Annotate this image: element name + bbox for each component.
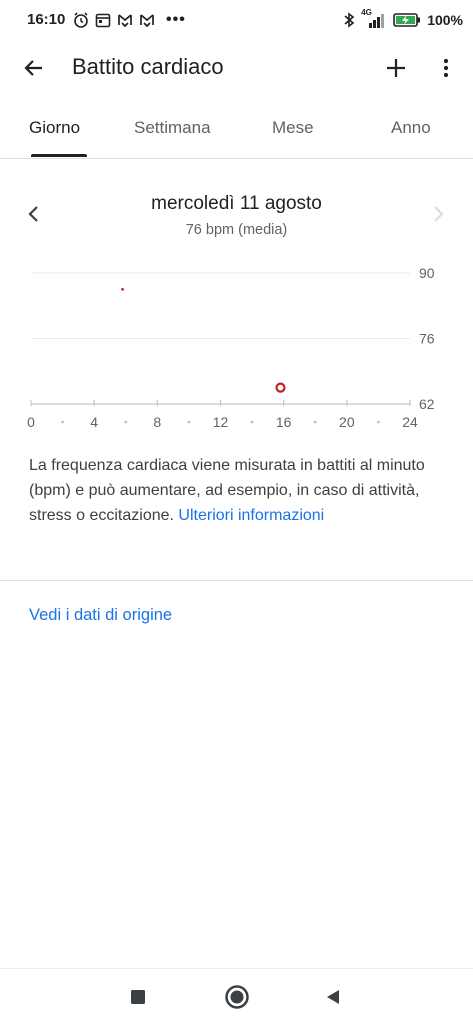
notification-icon [118,14,132,28]
system-back-button[interactable] [317,981,349,1013]
chart-x-minor-dot [61,420,64,424]
arrow-back-icon [24,60,42,76]
app-bar: Battito cardiaco [0,40,473,96]
section-divider [0,580,473,581]
battery-percent: 100% [427,12,463,28]
chart-y-tick-label: 62 [419,396,435,412]
notification-icon [140,14,154,28]
home-icon [225,985,249,1009]
chart-x-tick-label: 8 [153,414,161,430]
signal-icon: 4G [361,8,387,29]
calendar-icon [95,13,111,28]
chart-x-minor-dot [313,420,317,424]
chart-y-tick-label: 90 [419,265,435,281]
tab-settimana[interactable]: Settimana [134,118,211,138]
bluetooth-icon [344,12,355,28]
chart-data-point [121,287,124,291]
chart-data-point [275,382,286,393]
system-nav-bar [0,968,473,1024]
more-vert-icon [443,58,449,78]
chart-x-minor-dot [187,420,191,424]
next-day-button[interactable] [422,198,454,230]
active-tab-indicator [31,154,87,157]
page-title: Battito cardiaco [72,54,224,79]
chart-x-tick-label: 4 [90,414,98,430]
more-options-button[interactable] [426,48,466,88]
description-text: La frequenza cardiaca viene misurata in … [29,453,449,528]
tab-anno[interactable]: Anno [391,118,431,138]
tab-mese[interactable]: Mese [272,118,314,138]
period-tabs: Giorno Settimana Mese Anno [0,104,473,159]
recents-icon [131,990,145,1004]
status-system-icons: 4G 100% [343,8,463,30]
status-time: 16:10 [27,11,66,28]
tab-giorno[interactable]: Giorno [29,118,80,138]
back-button[interactable] [14,48,54,88]
chart-y-tick-label: 76 [419,331,435,347]
back-icon [327,990,339,1004]
average-bpm: 76 bpm (media) [185,222,288,238]
add-icon [387,59,405,77]
heart-rate-chart: 90 76 62 0 4 8 12 16 20 24 [27,265,435,430]
battery-percent-sign: % [450,12,463,28]
learn-more-link[interactable]: Ulteriori informazioni [178,507,324,524]
chart-x-tick-label: 16 [276,414,292,430]
status-bar: 16:10 ••• 4G 100% [0,0,473,40]
chart-x-minor-dot [377,420,380,424]
recents-button[interactable] [122,981,154,1013]
chart-x-tick-label: 0 [27,414,35,430]
view-source-data-link[interactable]: Vedi i dati di origine [29,606,172,625]
battery-value: 100 [427,12,451,28]
chart-x-minor-dot [124,420,128,424]
battery-charging-icon [393,13,421,27]
home-button[interactable] [221,981,253,1013]
status-notification-icons: ••• [72,11,186,29]
chart-x-tick-label: 12 [213,414,229,430]
alarm-icon [74,12,88,28]
chart-x-tick-label: 20 [339,414,355,430]
more-notifications-icon: ••• [166,11,186,28]
chart-x-minor-dot [250,420,254,424]
date-title: mercoledì 11 agosto [151,193,322,214]
chart-x-tick-label: 24 [402,414,418,430]
add-button[interactable] [376,48,416,88]
chevron-right-icon [434,206,444,222]
